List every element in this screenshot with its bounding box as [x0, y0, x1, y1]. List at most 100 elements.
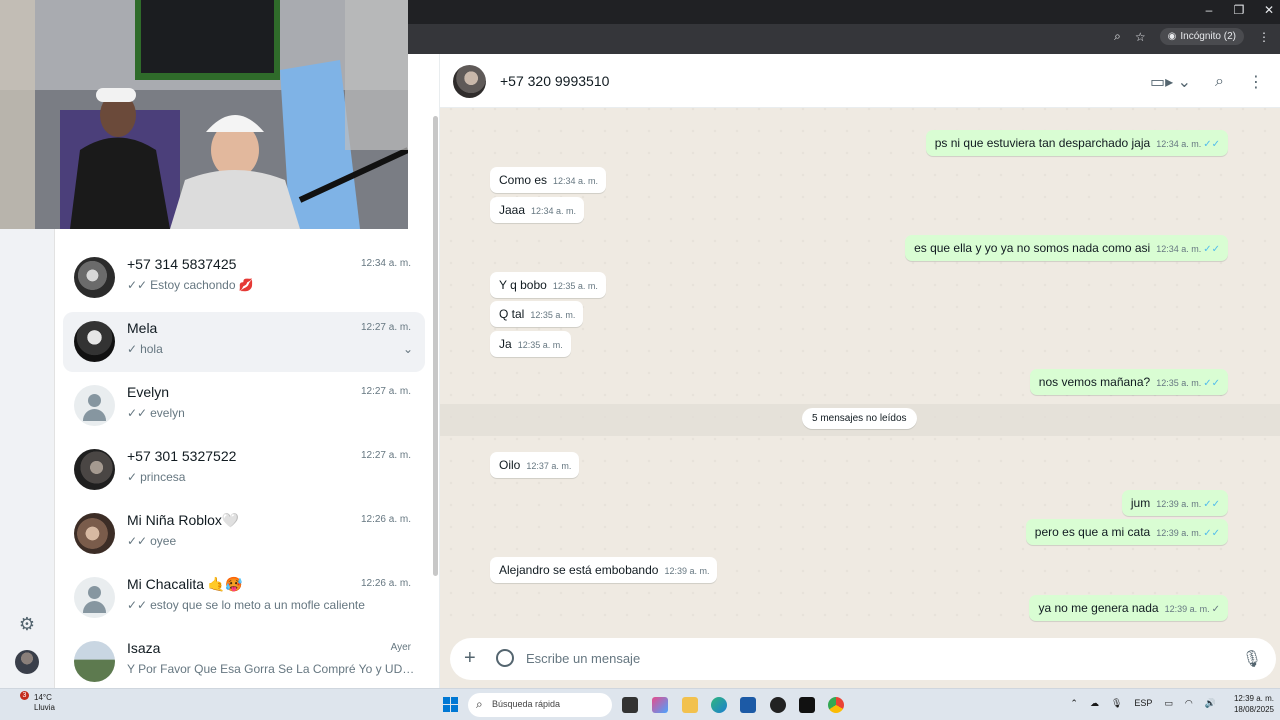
chat-preview: ✓ princesa — [127, 470, 186, 484]
display-icon[interactable]: ▭ — [1164, 698, 1173, 709]
chevron-down-icon[interactable]: ⌄ — [403, 342, 413, 356]
message-incoming[interactable]: Oilo 12:37 a. m. — [490, 452, 580, 478]
mic-tray-icon[interactable]: 🎙 — [1111, 698, 1122, 709]
message-incoming[interactable]: Como es 12:34 a. m. — [490, 167, 607, 193]
store-app-icon[interactable] — [740, 697, 756, 713]
chat-list-item-7[interactable]: Isaza Ayer Y Por Favor Que Esa Gorra Se … — [63, 632, 425, 688]
restore-icon[interactable]: ❐ — [1224, 3, 1254, 17]
language-indicator[interactable]: ESP — [1134, 698, 1152, 709]
read-receipt-icon: ✓✓ — [1203, 528, 1220, 539]
message-outgoing[interactable]: jum 12:39 a. m. ✓✓ — [1121, 490, 1228, 516]
sent-check-icon: ✓ — [1211, 604, 1220, 615]
settings-gear-icon[interactable]: ⚙ — [17, 614, 37, 634]
profile-avatar[interactable] — [15, 650, 39, 674]
edge-browser-icon[interactable] — [711, 697, 727, 713]
chat-avatar — [74, 513, 115, 554]
microphone-icon[interactable]: 🎙 — [1242, 649, 1262, 669]
chat-name: Evelyn — [127, 384, 170, 400]
message-incoming[interactable]: Q tal 12:35 a. m. — [490, 301, 584, 327]
message-incoming[interactable]: Y q bobo 12:35 a. m. — [490, 272, 606, 298]
composer-box: + Escribe un mensaje 🎙 — [450, 638, 1276, 680]
taskbar-search[interactable]: Búsqueda rápida — [468, 693, 612, 717]
wifi-icon[interactable]: ◠ — [1185, 698, 1193, 709]
chat-preview: ✓ hola — [127, 342, 163, 356]
conversation-panel: +57 320 9993510 ▭▸ ⌄ ⌕ ⋮ ps ni que estuv… — [440, 54, 1280, 688]
video-call-icon[interactable]: ▭▸ ⌄ — [1150, 72, 1191, 92]
double-check-icon: ✓✓ — [127, 278, 148, 292]
close-icon[interactable]: ✕ — [1254, 3, 1280, 17]
contact-avatar[interactable] — [453, 65, 486, 98]
chat-time: Ayer — [390, 642, 411, 653]
message-outgoing[interactable]: ps ni que estuviera tan desparchado jaja… — [925, 130, 1228, 156]
chat-name: Mi Chacalita 🤙🥵 — [127, 576, 243, 592]
windows-taskbar: 3 14°C Lluvia Búsqueda rápida ⌃ ☁ 🎙 ESP … — [0, 688, 1280, 720]
unread-messages-badge: 5 mensajes no leídos — [802, 408, 917, 429]
emoji-sticker-icon[interactable] — [496, 649, 514, 667]
chat-time: 12:26 a. m. — [360, 578, 411, 589]
double-check-icon: ✓✓ — [127, 598, 148, 612]
message-composer: + Escribe un mensaje 🎙 — [440, 632, 1280, 688]
chat-list-item-2[interactable]: Mela 12:27 a. m. ✓ hola ⌄ — [63, 312, 425, 372]
chat-list-scrollbar[interactable] — [433, 116, 438, 576]
chat-list-item-3[interactable]: Evelyn 12:27 a. m. ✓✓ evelyn — [63, 376, 425, 436]
chat-name: Mi Niña Roblox🤍 — [127, 512, 240, 528]
obs-app-icon[interactable] — [770, 697, 786, 713]
terminal-app-icon[interactable] — [622, 697, 638, 713]
chat-time: 12:27 a. m. — [360, 450, 411, 461]
chat-name: +57 314 5837425 — [127, 256, 237, 272]
double-check-icon: ✓✓ — [127, 406, 148, 420]
chat-list-item-6[interactable]: Mi Chacalita 🤙🥵 12:26 a. m. ✓✓ estoy que … — [63, 568, 425, 628]
chat-time: 12:27 a. m. — [360, 386, 411, 397]
read-receipt-icon: ✓✓ — [1203, 499, 1220, 510]
webcam-overlay — [0, 0, 408, 229]
chat-list-item-5[interactable]: Mi Niña Roblox🤍 12:26 a. m. ✓✓ oyee — [63, 504, 425, 564]
chat-preview: ✓✓ Estoy cachondo 💋 — [127, 278, 254, 292]
contact-name[interactable]: +57 320 9993510 — [500, 73, 609, 89]
taskbar-clock[interactable]: 12:39 a. m. 18/08/2025 — [1234, 693, 1274, 715]
browser-menu-icon[interactable]: ⋮ — [1258, 30, 1270, 44]
chevron-up-icon[interactable]: ⌃ — [1070, 698, 1078, 709]
chat-avatar — [74, 449, 115, 490]
minimize-icon[interactable]: – — [1194, 3, 1224, 17]
cloud-icon[interactable]: ☁ — [1090, 698, 1099, 709]
system-tray: ⌃ ☁ 🎙 ESP ▭ ◠ 🔊 — [1070, 698, 1216, 709]
default-avatar-icon — [74, 577, 115, 618]
message-input[interactable]: Escribe un mensaje — [526, 651, 640, 666]
read-receipt-icon: ✓✓ — [1203, 139, 1220, 150]
conversation-header[interactable]: +57 320 9993510 ▭▸ ⌄ ⌕ ⋮ — [440, 54, 1280, 108]
chat-name: +57 301 5327522 — [127, 448, 237, 464]
chat-name: Isaza — [127, 640, 161, 656]
incognito-badge[interactable]: ◉ Incógnito (2) — [1159, 28, 1244, 45]
chat-preview: ✓✓ oyee — [127, 534, 177, 548]
message-outgoing[interactable]: ya no me genera nada 12:39 a. m. ✓ — [1029, 595, 1228, 621]
message-outgoing[interactable]: es que ella y yo ya no somos nada como a… — [905, 235, 1228, 261]
attach-plus-icon[interactable]: + — [464, 647, 476, 670]
chat-preview: ✓✓ evelyn — [127, 406, 185, 420]
chat-preview: Y Por Favor Que Esa Gorra Se La Compré Y… — [127, 662, 417, 676]
check-icon: ✓ — [127, 470, 138, 484]
chat-time: 12:27 a. m. — [360, 322, 411, 333]
default-avatar-icon — [74, 385, 115, 426]
zoom-icon[interactable]: ⌕ — [1114, 29, 1121, 44]
message-outgoing[interactable]: pero es que a mi cata 12:39 a. m. ✓✓ — [1025, 519, 1228, 545]
menu-icon[interactable]: ⋮ — [1248, 72, 1264, 92]
chat-list-item-1[interactable]: +57 314 5837425 12:34 a. m. ✓✓ Estoy cach… — [63, 248, 425, 308]
incognito-icon: ◉ — [1167, 31, 1177, 42]
double-check-icon: ✓✓ — [127, 534, 148, 548]
chat-name: Mela — [127, 320, 158, 336]
copilot-app-icon[interactable] — [652, 697, 668, 713]
weather-widget[interactable]: 14°C Lluvia — [14, 693, 55, 713]
search-icon[interactable]: ⌕ — [1215, 73, 1224, 91]
file-explorer-icon[interactable] — [682, 697, 698, 713]
chat-avatar — [74, 257, 115, 298]
bookmark-star-icon[interactable]: ☆ — [1135, 30, 1146, 44]
message-incoming[interactable]: Ja 12:35 a. m. — [490, 331, 571, 357]
message-outgoing[interactable]: nos vemos mañana? 12:35 a. m. ✓✓ — [1029, 369, 1228, 395]
chrome-app-icon[interactable] — [828, 697, 844, 713]
message-incoming[interactable]: Jaaa 12:34 a. m. — [490, 197, 585, 223]
tiktok-app-icon[interactable] — [799, 697, 815, 713]
windows-start-icon[interactable] — [443, 697, 458, 712]
message-incoming[interactable]: Alejandro se está embobando 12:39 a. m. — [490, 557, 718, 583]
volume-icon[interactable]: 🔊 — [1205, 698, 1216, 709]
chat-list-item-4[interactable]: +57 301 5327522 12:27 a. m. ✓ princesa — [63, 440, 425, 500]
